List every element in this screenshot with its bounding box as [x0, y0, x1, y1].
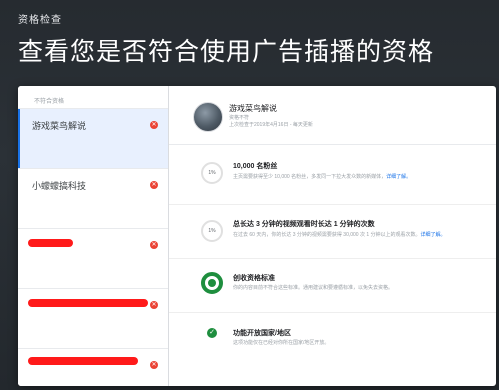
divider — [169, 204, 496, 205]
requirement-title: 10,000 名粉丝 — [233, 163, 278, 170]
requirement-title: 总长达 3 分钟的视频观看时长达 1 分钟的次数 — [233, 221, 375, 228]
channel-status: 资格不符 — [229, 115, 250, 121]
sidebar-item-channel-3[interactable]: ✕ — [18, 228, 168, 288]
redaction-mark — [28, 239, 73, 247]
status-ring-icon — [201, 272, 223, 294]
sidebar-header: 不符合资格 — [34, 99, 65, 105]
sidebar-item-channel-4[interactable]: ✕ — [18, 288, 168, 348]
page-headline: 查看您是否符合使用广告插播的资格 — [18, 37, 435, 66]
progress-percent: 1% — [208, 228, 216, 234]
learn-more-link[interactable]: 详细了解。 — [421, 232, 446, 238]
channel-header: 游戏菜鸟解说 资格不符 上次检查于2019年4月16日 - 每天更新 — [169, 86, 496, 145]
eligibility-card: 不符合资格 游戏菜鸟解说 ✕ 小蠓蠓搞科技 ✕ ✕ ✕ ✕ 游戏菜鸟解说 资格不… — [18, 86, 496, 386]
channel-detail-panel: 游戏菜鸟解说 资格不符 上次检查于2019年4月16日 - 每天更新 1% 10… — [169, 86, 496, 386]
channel-name: 小蠓蠓搞科技 — [32, 181, 87, 191]
requirement-description: 这项功能仅在已经对你所在国家/地区开放。 — [233, 340, 330, 346]
ineligible-icon: ✕ — [150, 121, 158, 129]
requirement-title: 功能开放国家/地区 — [233, 330, 291, 337]
progress-ring: 1% — [201, 220, 223, 242]
check-icon: ✓ — [207, 328, 217, 338]
ineligible-icon: ✕ — [150, 361, 158, 369]
channel-sidebar: 不符合资格 游戏菜鸟解说 ✕ 小蠓蠓搞科技 ✕ ✕ ✕ ✕ — [18, 86, 169, 386]
divider — [169, 258, 496, 259]
channel-avatar — [193, 102, 223, 132]
channel-name: 游戏菜鸟解说 — [32, 121, 87, 131]
requirement-text: 主页需要获得至少 10,000 名粉丝，多发同一下拉大发众数的新媒体， — [233, 174, 387, 180]
top-bar-label: 资格检查 — [18, 15, 62, 26]
ineligible-icon: ✕ — [150, 241, 158, 249]
requirement-title: 创收资格标准 — [233, 275, 275, 282]
progress-ring: 1% — [201, 162, 223, 184]
status-dot — [208, 279, 216, 287]
channel-title: 游戏菜鸟解说 — [229, 104, 277, 113]
progress-percent: 1% — [208, 170, 216, 176]
redaction-mark — [28, 357, 138, 365]
divider — [169, 312, 496, 313]
requirement-description: 主页需要获得至少 10,000 名粉丝，多发同一下拉大发众数的新媒体，详细了解。 — [233, 173, 458, 181]
sidebar-item-channel-5[interactable]: ✕ — [18, 348, 168, 386]
sidebar-item-channel-1[interactable]: 游戏菜鸟解说 ✕ — [18, 108, 168, 168]
redaction-mark — [28, 299, 148, 307]
sidebar-item-channel-2[interactable]: 小蠓蠓搞科技 ✕ — [18, 168, 168, 228]
requirement-description: 在过去 60 天内，你的长达 3 分钟的视频需要获得 30,000 次 1 分钟… — [233, 231, 458, 239]
requirement-description: 你的内容目前不符合这些标准。通用建议和要遵循标准，以免失去资格。 — [233, 285, 394, 291]
learn-more-link[interactable]: 详细了解。 — [386, 174, 411, 180]
last-checked-text: 上次检查于2019年4月16日 - 每天更新 — [229, 122, 313, 128]
requirement-text: 在过去 60 天内，你的长达 3 分钟的视频需要获得 30,000 次 1 分钟… — [233, 232, 421, 238]
ineligible-icon: ✕ — [150, 181, 158, 189]
ineligible-icon: ✕ — [150, 301, 158, 309]
